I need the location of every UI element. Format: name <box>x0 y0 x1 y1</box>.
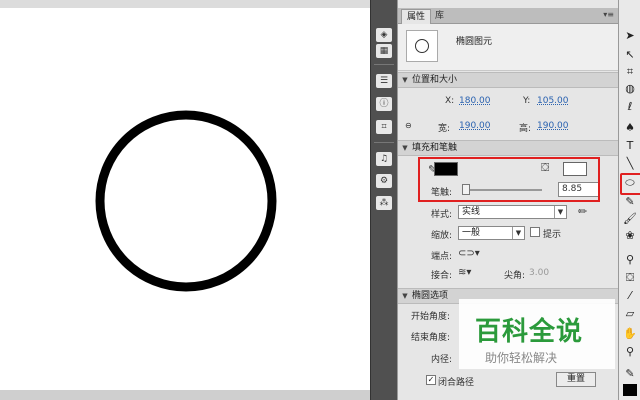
stroke-color-chip[interactable] <box>623 384 637 396</box>
start-angle-label: 开始角度: <box>411 312 451 322</box>
panel-menu-icon[interactable]: ▾≡ <box>603 10 614 19</box>
watermark-title: 百科全说 <box>475 317 584 347</box>
y-value[interactable]: 105.00 <box>537 96 569 106</box>
hint-checkbox[interactable] <box>530 227 540 237</box>
canvas-area <box>0 0 370 400</box>
close-path-checkbox[interactable]: ✓ <box>426 375 436 385</box>
section-position-size[interactable]: ▼ 位置和大小 <box>398 72 618 88</box>
shape-thumbnail <box>406 30 438 62</box>
oval-icon <box>415 39 429 53</box>
join-label: 接合: <box>431 271 453 281</box>
chevron-down-icon: ▼ <box>554 206 566 218</box>
paint-bucket-tool-icon[interactable]: ⛋ <box>622 270 638 285</box>
tool-highlight-box <box>620 173 640 195</box>
edit-stroke-style-icon[interactable]: ✏ <box>578 205 587 218</box>
section-title: 位置和大小 <box>412 75 458 85</box>
panel-tabs: 属性 库 ▾≡ <box>398 8 618 24</box>
color-swatches-icon[interactable]: ◈ <box>376 28 392 42</box>
lock-proportions-icon[interactable]: ⊖ <box>405 121 412 130</box>
pen-tool-icon[interactable]: ♠ <box>622 120 638 135</box>
collapse-arrow-icon: ▼ <box>402 144 408 152</box>
width-value[interactable]: 190.00 <box>459 121 491 131</box>
style-dropdown[interactable]: 实线 ▼ <box>458 205 567 219</box>
section-title: 椭圆选项 <box>412 291 449 301</box>
inner-radius-label: 内径: <box>431 355 453 365</box>
collapse-arrow-icon: ▼ <box>402 292 408 300</box>
transform-icon[interactable]: ⌗ <box>376 120 392 134</box>
end-angle-label: 结束角度: <box>411 333 451 343</box>
grid-icon[interactable]: ▦ <box>376 44 392 58</box>
tab-properties[interactable]: 属性 <box>401 9 432 24</box>
eraser-tool-icon[interactable]: ▱ <box>622 306 638 321</box>
stage[interactable] <box>0 8 370 390</box>
panel-icon-strip: ◈ ▦ ☰ ⓘ ⌗ ♫ ⚙ ⁂ <box>370 0 397 400</box>
miter-label: 尖角: <box>504 271 526 281</box>
style-value: 实线 <box>462 207 481 217</box>
style-label: 样式: <box>431 210 453 220</box>
info-icon[interactable]: ⓘ <box>376 97 392 111</box>
eyedropper-tool-icon[interactable]: ⁄ <box>622 288 638 303</box>
components-icon[interactable]: ♫ <box>376 152 392 166</box>
close-path-label: 闭合路径 <box>438 378 475 388</box>
watermark: 百科全说 助你轻松解决 <box>459 299 615 369</box>
selection-tool-icon[interactable]: ➤ <box>622 28 638 43</box>
cap-label: 端点: <box>431 252 453 262</box>
project-icon[interactable]: ⁂ <box>376 196 392 210</box>
free-transform-tool-icon[interactable]: ⌗ <box>622 64 638 79</box>
brush-tool-icon[interactable]: 🖌 <box>622 211 638 226</box>
strip-divider <box>374 142 394 143</box>
tab-library[interactable]: 库 <box>430 9 449 23</box>
y-label: Y: <box>523 96 531 106</box>
strip-divider <box>374 64 394 65</box>
shape-type-label: 椭圆图元 <box>456 37 493 47</box>
collapse-arrow-icon: ▼ <box>402 76 408 84</box>
stage-svg <box>95 110 277 292</box>
properties-header: 椭圆图元 <box>398 24 618 71</box>
x-label: X: <box>445 96 455 106</box>
hand-tool-icon[interactable]: ✋ <box>622 326 638 341</box>
pencil-tool-icon[interactable]: ✎ <box>622 194 638 209</box>
height-value[interactable]: 190.00 <box>537 121 569 131</box>
section-fill-stroke[interactable]: ▼ 填充和笔触 <box>398 140 618 156</box>
cap-round-icon[interactable]: ⊂⊃▾ <box>458 248 480 259</box>
section-title: 填充和笔触 <box>412 143 458 153</box>
3d-rotation-tool-icon[interactable]: ◍ <box>622 81 638 96</box>
lasso-tool-icon[interactable]: ℓ <box>622 99 638 114</box>
highlight-box <box>418 157 600 202</box>
oval-shape[interactable] <box>95 110 277 292</box>
line-tool-icon[interactable]: ╲ <box>622 156 638 171</box>
reset-button[interactable]: 重置 <box>556 372 596 387</box>
stage-scrollbar[interactable] <box>0 390 370 400</box>
motion-presets-icon[interactable]: ⚙ <box>376 174 392 188</box>
x-value[interactable]: 180.00 <box>459 96 491 106</box>
chevron-down-icon: ▼ <box>512 227 524 239</box>
scale-value: 一般 <box>462 228 481 238</box>
deco-tool-icon[interactable]: ❀ <box>622 228 638 243</box>
scale-label: 缩放: <box>431 231 453 241</box>
tools-panel: ➤ ↖ ⌗ ◍ ℓ ♠ T ╲ ⬭ ✎ 🖌 ❀ ⚲ ⛋ ⁄ ▱ ✋ ⚲ ✎ <box>618 0 640 400</box>
stroke-color-tool-icon[interactable]: ✎ <box>622 366 638 381</box>
height-label: 高: <box>519 124 532 134</box>
width-label: 宽: <box>438 124 451 134</box>
align-icon[interactable]: ☰ <box>376 74 392 88</box>
scale-dropdown[interactable]: 一般 ▼ <box>458 226 525 240</box>
zoom-tool-icon[interactable]: ⚲ <box>622 344 638 359</box>
text-tool-icon[interactable]: T <box>622 138 638 153</box>
join-round-icon[interactable]: ≋▾ <box>458 267 471 278</box>
miter-value[interactable]: 3.00 <box>529 268 549 278</box>
watermark-subtitle: 助你轻松解决 <box>485 351 558 365</box>
hint-label: 提示 <box>543 230 562 240</box>
bone-tool-icon[interactable]: ⚲ <box>622 252 638 267</box>
subselection-tool-icon[interactable]: ↖ <box>622 47 638 62</box>
